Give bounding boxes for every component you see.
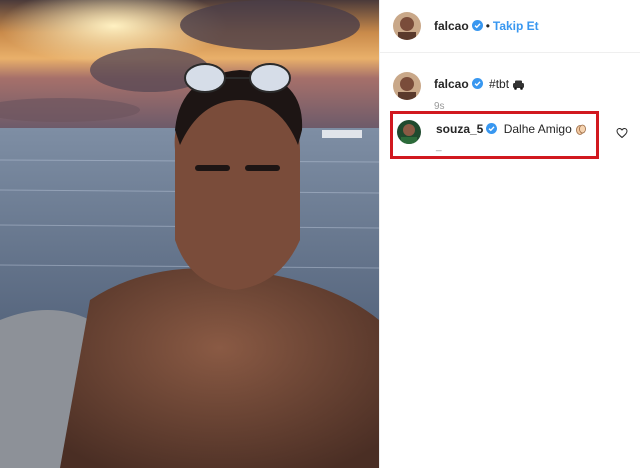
comment-text: souza_5 Dalhe Amigo bbox=[436, 122, 587, 138]
caption-username[interactable]: falcao bbox=[434, 77, 469, 91]
caption-text: falcao #tbt bbox=[434, 77, 525, 93]
clapping-hands-emoji bbox=[575, 123, 587, 138]
post-side-panel: falcao•Takip Et falcao #tbt 9s souza_5 bbox=[380, 0, 640, 468]
author-username[interactable]: falcao bbox=[434, 19, 469, 33]
author-avatar[interactable] bbox=[393, 12, 421, 40]
post-header: falcao • Takip Et bbox=[380, 0, 640, 53]
caption-avatar-image bbox=[393, 72, 421, 100]
header-line: falcao • Takip Et bbox=[434, 17, 539, 35]
caption-hashtag[interactable]: #tbt bbox=[489, 77, 509, 91]
post-photo[interactable] bbox=[0, 0, 379, 468]
verified-badge-icon bbox=[486, 123, 498, 134]
commenter-username[interactable]: souza_5 bbox=[436, 122, 483, 136]
comment-meta: _ bbox=[436, 141, 442, 152]
caption-avatar[interactable] bbox=[393, 72, 421, 100]
commenter-avatar[interactable] bbox=[397, 120, 421, 144]
highlighted-comment: souza_5 Dalhe Amigo _ bbox=[390, 111, 599, 159]
post-image bbox=[0, 0, 379, 468]
heart-icon[interactable] bbox=[616, 126, 628, 139]
separator-dot: • bbox=[485, 19, 490, 33]
commenter-avatar-image bbox=[397, 120, 421, 144]
follow-button[interactable]: Takip Et bbox=[493, 19, 539, 33]
caption-row: falcao #tbt bbox=[380, 68, 640, 108]
comment-body: Dalhe Amigo bbox=[503, 122, 572, 136]
verified-badge-icon bbox=[471, 78, 483, 89]
car-emoji bbox=[512, 79, 525, 93]
verified-badge-icon bbox=[471, 18, 483, 31]
author-avatar-image bbox=[393, 12, 421, 40]
